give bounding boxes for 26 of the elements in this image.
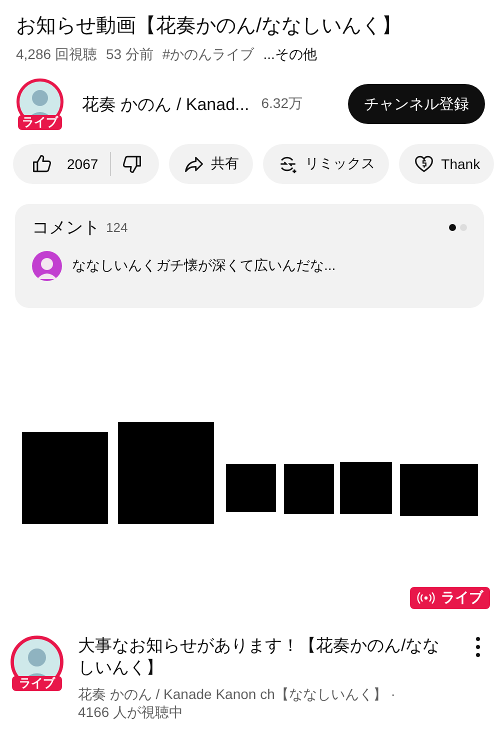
comment-text: ななしいんくガチ懐が深くて広いんだな...: [72, 257, 336, 275]
subscribe-button[interactable]: チャンネル登録: [348, 84, 485, 124]
share-button[interactable]: 共有: [169, 144, 254, 184]
like-button[interactable]: 2067: [13, 144, 110, 184]
hashtag[interactable]: #かのんライブ: [162, 46, 254, 64]
video-meta: 花奏 かのん / Kanade Kanon ch【ななしいんく】 · 4166 人が視聴中: [78, 685, 396, 721]
video-title: お知らせ動画【花奏かのん/ななしいんく】: [16, 14, 403, 39]
comment-count: 124: [106, 220, 128, 235]
subscriber-count: 6.32万: [261, 95, 302, 113]
video-title[interactable]: 大事なお知らせがあります！【花奏かのん/ななしいんく】: [78, 635, 454, 679]
commenter-avatar: [32, 251, 62, 281]
upload-time: 53 分前: [106, 46, 154, 64]
comments-title: コメント: [32, 217, 100, 239]
thumbs-up-icon: [31, 153, 53, 175]
view-count: 4,286 回視聴: [16, 46, 97, 64]
live-badge: ライブ: [410, 587, 490, 609]
channel-name[interactable]: 花奏 かのん / Kanad...: [82, 92, 250, 116]
remix-button[interactable]: リミックス: [263, 144, 390, 184]
thumbs-down-icon: [121, 153, 144, 175]
more-link[interactable]: ...その他: [263, 46, 317, 64]
live-badge: ライブ: [18, 115, 62, 130]
thanks-button[interactable]: Thank: [399, 144, 494, 184]
broadcast-icon: [417, 592, 435, 604]
heart-dollar-icon: [413, 153, 436, 175]
comments-card[interactable]: コメント 124 ななしいんくガチ懐が深くて広いんだな...: [15, 204, 484, 308]
live-badge: ライブ: [12, 676, 62, 691]
